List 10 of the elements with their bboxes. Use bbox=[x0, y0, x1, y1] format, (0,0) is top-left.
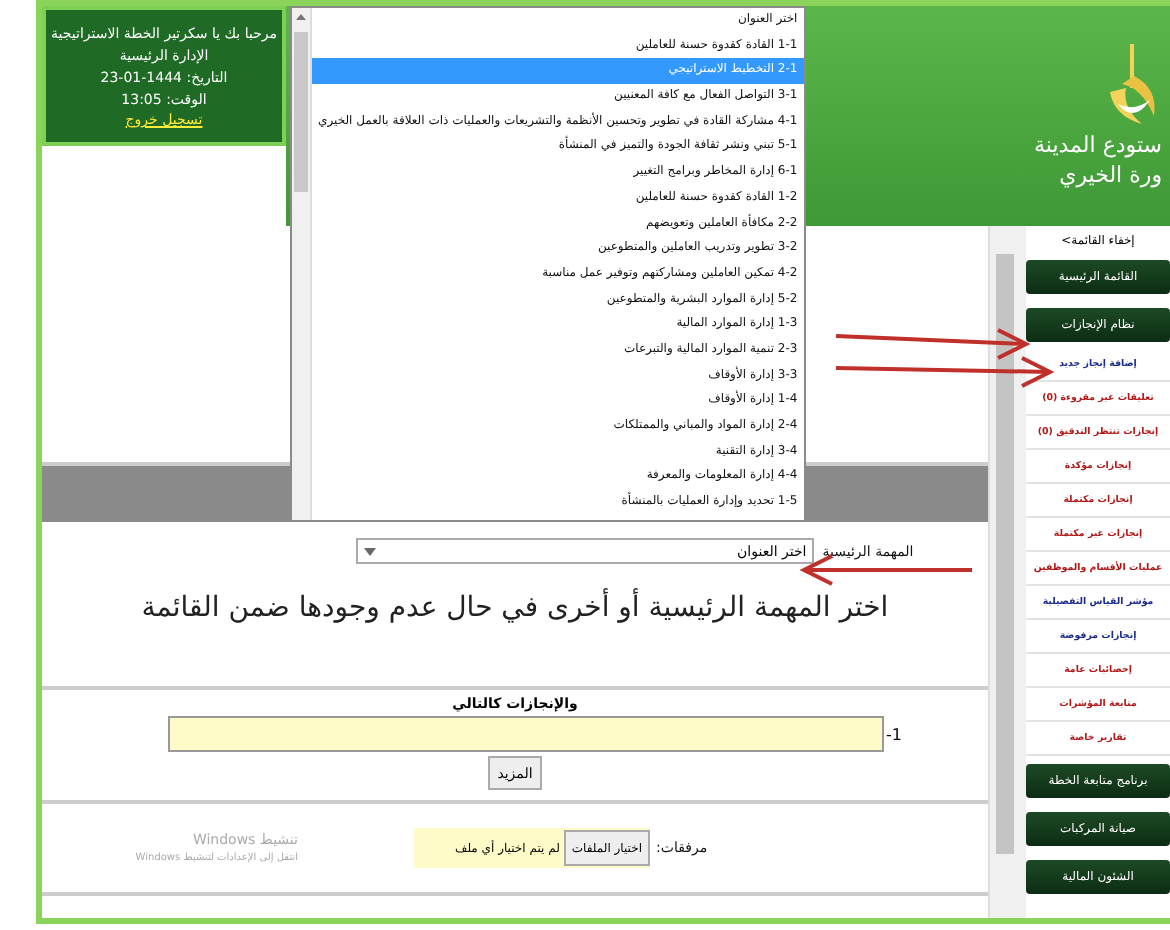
instruction-heading: اختر المهمة الرئيسية أو أخرى في حال عدم وجودها ضمن القائمة bbox=[141, 592, 889, 624]
scrollbar[interactable] bbox=[292, 8, 312, 520]
caret-icon bbox=[364, 547, 377, 555]
scrollbar[interactable] bbox=[996, 254, 1014, 854]
logo-text: ستودع المدينة bbox=[1034, 132, 1162, 158]
row-number: 1- bbox=[886, 725, 902, 743]
scrollbar-thumb[interactable] bbox=[294, 32, 308, 192]
logo-text: ورة الخيري bbox=[1059, 162, 1162, 188]
scroll-up-icon[interactable] bbox=[294, 10, 308, 24]
achievement-input[interactable] bbox=[168, 716, 884, 752]
